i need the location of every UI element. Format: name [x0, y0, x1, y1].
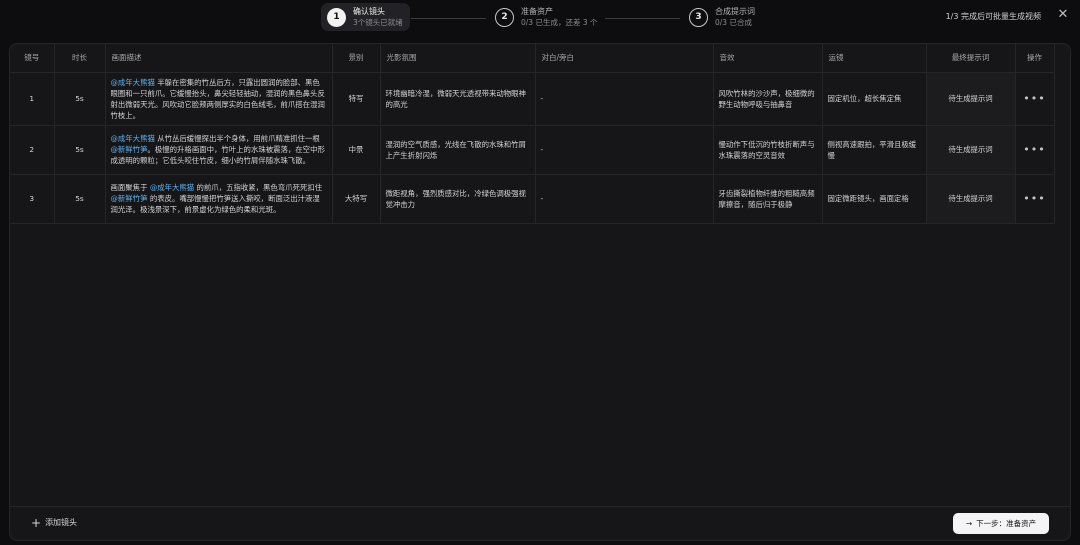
shot-table: 镜号 时长 画面描述 景别 光影氛围 对白/旁白 音效 运镜 最终提示词 操作 …	[10, 44, 1055, 224]
cell-camera-move[interactable]: 固定微距镜头，画面定格	[822, 174, 927, 224]
description-text: 从竹丛后缓慢探出半个身体，用前爪精准抓住一根	[154, 134, 320, 143]
cell-dialogue[interactable]: -	[535, 72, 714, 126]
cell-sound[interactable]: 牙齿撕裂植物纤维的粗糙高频摩擦音，随后归于极静	[713, 174, 823, 224]
step-title: 合成提示词	[715, 7, 755, 17]
cell-duration[interactable]: 5s	[54, 174, 106, 224]
more-options-icon[interactable]: •••	[1023, 143, 1045, 156]
step-number: 3	[689, 7, 708, 27]
table-row: 3 5s 画面聚焦于 @成年大熊猫 的前爪，五指收紧，黑色弯爪死死扣住 @新鲜竹笋 …	[10, 174, 1055, 224]
cell-actions: •••	[1015, 72, 1055, 126]
add-shot-button[interactable]: + 添加镜头	[31, 515, 78, 530]
cell-actions: •••	[1015, 125, 1055, 175]
cell-lighting[interactable]: 湿润的空气质感，光线在飞散的水珠和竹屑上产生折射闪烁	[380, 125, 536, 175]
step-prepare-assets[interactable]: 2 准备资产 0/3 已生成，还差 3 个	[495, 3, 598, 31]
step-title: 确认镜头	[353, 7, 385, 17]
asset-mention[interactable]: @新鲜竹笋	[111, 194, 148, 203]
cell-sound[interactable]: 风吹竹林的沙沙声，极细微的野生动物呼吸与抽鼻音	[713, 72, 823, 126]
table-row: 1 5s @成年大熊猫 半躲在密集的竹丛后方，只露出圆润的脸部、黑色眼圈和一只前爪。…	[10, 72, 1055, 126]
cell-lighting[interactable]: 微距视角，强烈质感对比，冷绿色调极强视觉冲击力	[380, 174, 536, 224]
asset-mention[interactable]: @成年大熊猫	[150, 183, 194, 192]
shot-table-panel: 镜号 时长 画面描述 景别 光影氛围 对白/旁白 音效 运镜 最终提示词 操作 …	[9, 43, 1071, 541]
description-text: 画面聚焦于	[110, 183, 150, 192]
asset-mention[interactable]: @成年大熊猫	[111, 78, 155, 87]
asset-mention[interactable]: @新鲜竹笋	[111, 145, 148, 154]
close-icon[interactable]: ✕	[1056, 8, 1070, 22]
cell-final-prompt[interactable]: 待生成提示词	[926, 174, 1016, 224]
cell-shot-size[interactable]: 特写	[332, 72, 381, 126]
asset-mention[interactable]: @成年大熊猫	[111, 134, 155, 143]
column-header-camera-move: 运镜	[822, 44, 927, 73]
stepper: 1 确认镜头 3个镜头已就绪 2 准备资产 0/3 已生成，还差 3 个 3 合…	[321, 3, 801, 31]
step-subtitle: 0/3 已合成	[715, 17, 752, 27]
next-step-label: 下一步：准备资产	[976, 519, 1037, 528]
cell-shot-size[interactable]: 中景	[332, 125, 381, 175]
table-row: 2 5s @成年大熊猫 从竹丛后缓慢探出半个身体，用前爪精准抓住一根 @新鲜竹笋。极…	[10, 125, 1055, 175]
next-step-button[interactable]: → 下一步：准备资产	[953, 513, 1049, 534]
step-number: 2	[495, 7, 514, 27]
column-header-sound: 音效	[713, 44, 823, 73]
arrow-right-icon: →	[965, 519, 973, 528]
cell-shot-number[interactable]: 1	[10, 72, 55, 126]
table-header-row: 镜号 时长 画面描述 景别 光影氛围 对白/旁白 音效 运镜 最终提示词 操作	[10, 44, 1055, 73]
cell-scene-description[interactable]: @成年大熊猫 半躲在密集的竹丛后方，只露出圆润的脸部、黑色眼圈和一只前爪。它缓慢…	[105, 72, 333, 126]
plus-icon: +	[31, 515, 42, 530]
column-header-shot-number: 镜号	[10, 44, 55, 73]
cell-actions: •••	[1015, 174, 1055, 224]
cell-sound[interactable]: 慢动作下低沉的竹枝折断声与水珠震落的空灵音效	[713, 125, 823, 175]
cell-dialogue[interactable]: -	[535, 125, 714, 175]
column-header-scene-description: 画面描述	[105, 44, 333, 73]
cell-duration[interactable]: 5s	[54, 125, 106, 175]
column-header-lighting: 光影氛围	[380, 44, 536, 73]
column-header-shot-size: 景别	[332, 44, 381, 73]
step-number: 1	[327, 7, 346, 27]
cell-duration[interactable]: 5s	[54, 72, 106, 126]
cell-camera-move[interactable]: 侧视高速跟拍，平滑且极缓慢	[822, 125, 927, 175]
cell-shot-number[interactable]: 3	[10, 174, 55, 224]
step-connector	[605, 18, 680, 19]
cell-shot-number[interactable]: 2	[10, 125, 55, 175]
cell-camera-move[interactable]: 固定机位，超长焦定焦	[822, 72, 927, 126]
cell-scene-description[interactable]: 画面聚焦于 @成年大熊猫 的前爪，五指收紧，黑色弯爪死死扣住 @新鲜竹笋 的表皮…	[105, 174, 333, 224]
cell-final-prompt[interactable]: 待生成提示词	[926, 125, 1016, 175]
panel-footer: + 添加镜头 → 下一步：准备资产	[10, 506, 1070, 540]
cell-lighting[interactable]: 环境幽暗冷湿，微弱天光透视带来动物眼神的高光	[380, 72, 536, 126]
column-header-final-prompt: 最终提示词	[926, 44, 1016, 73]
description-text: 的前爪，五指收紧，黑色弯爪死死扣住	[194, 183, 323, 192]
column-header-actions: 操作	[1015, 44, 1055, 73]
step-subtitle: 3个镜头已就绪	[353, 17, 403, 27]
cell-scene-description[interactable]: @成年大熊猫 从竹丛后缓慢探出半个身体，用前爪精准抓住一根 @新鲜竹笋。极慢的升…	[105, 125, 333, 175]
step-subtitle: 0/3 已生成，还差 3 个	[521, 17, 598, 27]
add-shot-label: 添加镜头	[45, 518, 78, 527]
batch-generate-hint: 1/3 完成后可批量生成视频	[945, 12, 1041, 21]
step-compose-prompt[interactable]: 3 合成提示词 0/3 已合成	[689, 3, 755, 31]
cell-final-prompt[interactable]: 待生成提示词	[926, 72, 1016, 126]
more-options-icon[interactable]: •••	[1023, 192, 1045, 205]
column-header-duration: 时长	[54, 44, 106, 73]
cell-dialogue[interactable]: -	[535, 174, 714, 224]
cell-shot-size[interactable]: 大特写	[332, 174, 381, 224]
step-confirm-shots[interactable]: 1 确认镜头 3个镜头已就绪	[321, 3, 410, 31]
step-title: 准备资产	[521, 7, 553, 17]
column-header-dialogue: 对白/旁白	[535, 44, 714, 73]
more-options-icon[interactable]: •••	[1023, 92, 1045, 105]
step-connector	[411, 18, 486, 19]
